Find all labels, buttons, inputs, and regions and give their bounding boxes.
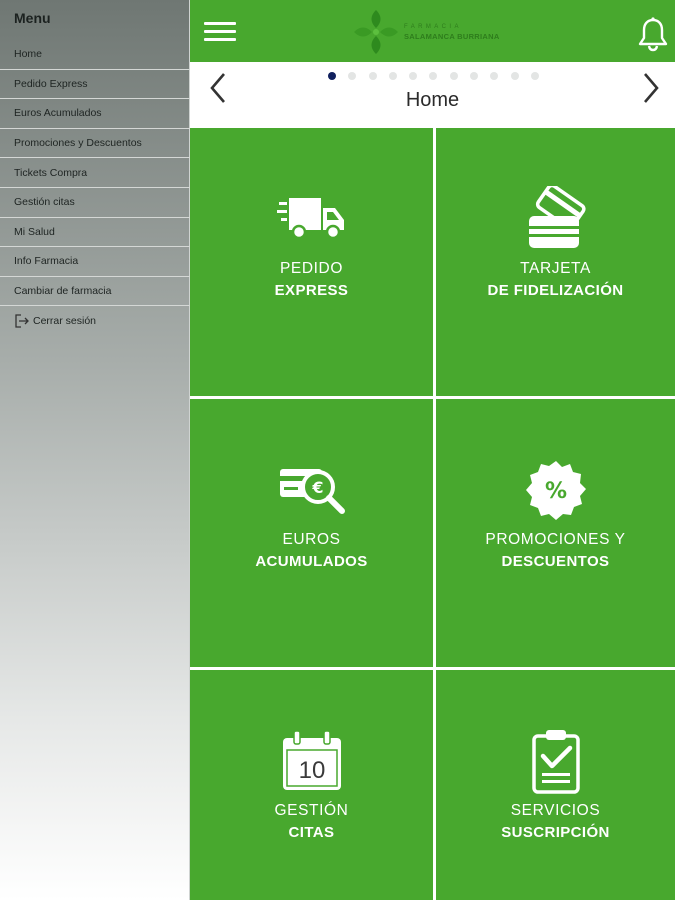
tile-euros-acumulados[interactable]: € EUROS ACUMULADOS (190, 399, 433, 667)
sidebar-item-label: Euros Acumulados (14, 107, 102, 120)
tile-label-top: PEDIDO (279, 260, 344, 277)
tile-label-bottom: ACUMULADOS (255, 553, 368, 570)
sidebar-item-cerrar-sesion[interactable]: Cerrar sesión (0, 306, 190, 336)
sidebar-item-label: Home (14, 48, 43, 61)
tile-label-top: EUROS (282, 531, 341, 548)
sidebar-item-info-farmacia[interactable]: Info Farmacia (0, 247, 190, 277)
page-dot[interactable] (449, 72, 458, 80)
calendar-icon: 10 (281, 728, 343, 794)
page-dot[interactable] (368, 72, 377, 80)
tile-pedido-express[interactable]: PEDIDO EXPRESS (190, 128, 433, 396)
page-dot[interactable] (429, 72, 438, 80)
euro-card-search-icon: € (278, 457, 346, 523)
brand-name-text: SALAMANCA BURRIANA (404, 31, 500, 41)
chevron-right-icon[interactable] (639, 70, 663, 106)
delivery-truck-icon (276, 186, 347, 252)
page-indicator-dots (328, 72, 551, 80)
hamburger-menu-icon[interactable] (204, 22, 236, 46)
sidebar-item-label: Gestión citas (14, 196, 75, 209)
sidebar-item-home[interactable]: Home (0, 40, 190, 70)
page-dot[interactable] (530, 72, 539, 80)
page-dot[interactable] (470, 72, 479, 80)
tile-label-bottom: CITAS (288, 824, 335, 841)
tile-label-top: PROMOCIONES Y (485, 531, 626, 548)
svg-text:%: % (544, 479, 566, 504)
home-tile-grid: PEDIDO EXPRESS TARJETA DE FIDELIZACIÓN €… (190, 126, 675, 900)
sidebar-item-label: Cerrar sesión (33, 315, 97, 328)
sidebar-item-tickets-compra[interactable]: Tickets Compra (0, 158, 190, 188)
pharmacy-logo: FARMACIA SALAMANCA BURRIANA (352, 7, 512, 57)
page-navigation-bar: Home (190, 62, 675, 126)
tile-promociones-descuentos[interactable]: % PROMOCIONES Y DESCUENTOS (436, 399, 675, 667)
svg-text:€: € (311, 478, 323, 497)
sidebar-item-pedido-express[interactable]: Pedido Express (0, 70, 190, 100)
sidebar-item-mi-salud[interactable]: Mi Salud (0, 218, 190, 248)
sidebar-item-euros-acumulados[interactable]: Euros Acumulados (0, 99, 190, 129)
page-title: Home (405, 89, 460, 111)
tile-label-bottom: SUSCRIPCIÓN (501, 824, 610, 841)
bell-icon[interactable] (637, 16, 669, 52)
sidebar-item-label: Cambiar de farmacia (14, 285, 112, 298)
tile-label-bottom: DESCUENTOS (501, 553, 610, 570)
tile-servicios-suscripcion[interactable]: SERVICIOS SUSCRIPCIÓN (436, 670, 675, 900)
sidebar-item-label: Promociones y Descuentos (14, 137, 142, 150)
page-dot[interactable] (409, 72, 418, 80)
page-dot[interactable] (490, 72, 499, 80)
page-dot[interactable] (348, 72, 357, 80)
sidebar-item-promociones[interactable]: Promociones y Descuentos (0, 129, 190, 159)
sidebar-item-label: Mi Salud (14, 225, 55, 238)
calendar-day-number: 10 (298, 757, 325, 784)
logout-icon (14, 314, 30, 328)
page-dot[interactable] (388, 72, 397, 80)
sidebar-title: Menu (14, 10, 51, 26)
sidebar-item-cambiar-farmacia[interactable]: Cambiar de farmacia (0, 277, 190, 307)
clipboard-check-icon (530, 728, 582, 794)
tile-label-bottom: EXPRESS (274, 282, 349, 299)
page-dot-active[interactable] (328, 72, 336, 80)
tile-gestion-citas[interactable]: 10 GESTIÓN CITAS (190, 670, 433, 900)
brand-small-text: FARMACIA (404, 23, 462, 30)
loyalty-card-icon (525, 186, 587, 252)
sidebar-item-label: Tickets Compra (14, 166, 88, 179)
sidebar-menu-list: Home Pedido Express Euros Acumulados Pro… (0, 40, 190, 336)
app-header: FARMACIA SALAMANCA BURRIANA (190, 0, 675, 62)
pharmacy-cross-icon (354, 10, 398, 54)
sidebar-item-gestion-citas[interactable]: Gestión citas (0, 188, 190, 218)
sidebar-menu: Menu Home Pedido Express Euros Acumulado… (0, 0, 190, 900)
tile-label-top: SERVICIOS (510, 802, 601, 819)
tile-label-bottom: DE FIDELIZACIÓN (487, 282, 624, 299)
tile-tarjeta-fidelizacion[interactable]: TARJETA DE FIDELIZACIÓN (436, 128, 675, 396)
page-dot[interactable] (510, 72, 519, 80)
tile-label-top: TARJETA (520, 260, 591, 277)
sidebar-item-label: Pedido Express (14, 77, 88, 90)
discount-percent-icon: % (525, 457, 587, 523)
sidebar-item-label: Info Farmacia (14, 255, 79, 268)
tile-label-top: GESTIÓN (274, 802, 349, 819)
